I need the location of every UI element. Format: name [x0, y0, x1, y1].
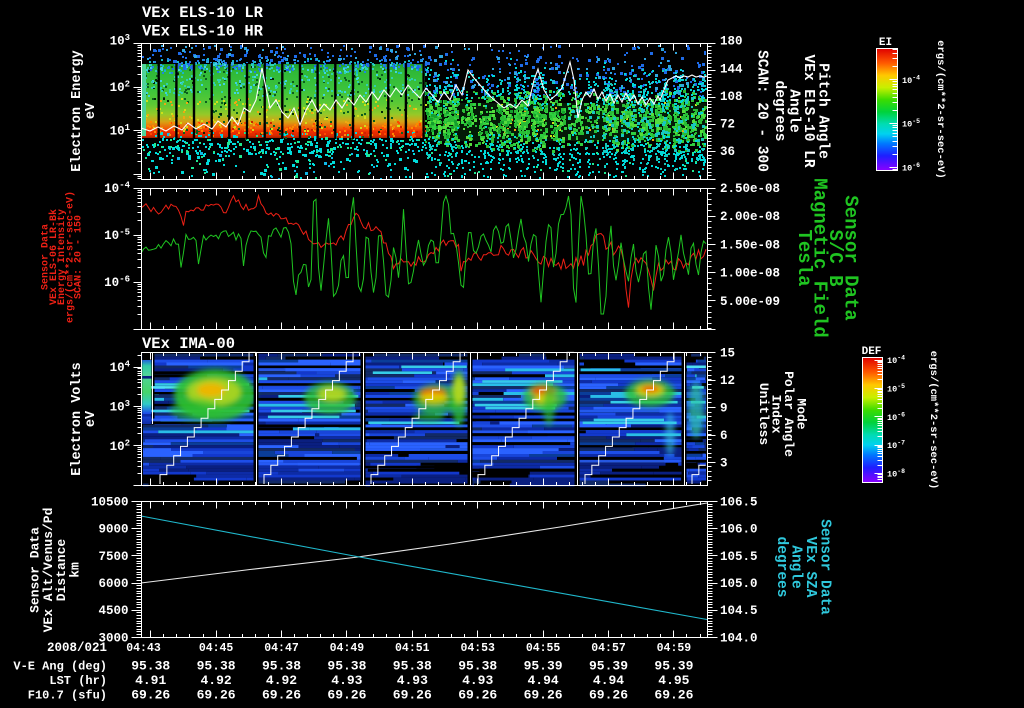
svg-text:VEx ELS-10 LR: VEx ELS-10 LR — [142, 4, 264, 22]
svg-text:04:45: 04:45 — [199, 642, 234, 655]
svg-text:9: 9 — [720, 402, 728, 416]
svg-text:108: 108 — [720, 90, 743, 104]
svg-text:36: 36 — [720, 145, 735, 159]
svg-text:1.00e-08: 1.00e-08 — [720, 267, 780, 281]
svg-text:04:43: 04:43 — [126, 642, 161, 655]
svg-text:105.5: 105.5 — [720, 550, 758, 564]
svg-text:SCAN: 20 - 300: SCAN: 20 - 300 — [754, 50, 770, 172]
svg-text:104.5: 104.5 — [720, 604, 758, 618]
svg-text:6: 6 — [720, 429, 728, 443]
svg-text:04:53: 04:53 — [460, 642, 495, 655]
svg-text:4.92: 4.92 — [200, 673, 231, 688]
svg-text:95.39: 95.39 — [589, 659, 628, 674]
svg-text:69.26: 69.26 — [327, 688, 366, 703]
svg-text:4.93: 4.93 — [462, 673, 493, 688]
svg-text:106.0: 106.0 — [720, 523, 758, 537]
svg-text:V-E Ang (deg): V-E Ang (deg) — [13, 660, 107, 674]
svg-text:3: 3 — [720, 457, 728, 471]
svg-text:4.93: 4.93 — [331, 673, 362, 688]
svg-text:180: 180 — [720, 35, 743, 49]
svg-text:95.38: 95.38 — [197, 659, 236, 674]
svg-text:95.38: 95.38 — [262, 659, 301, 674]
svg-text:VEx ELS-10 HR: VEx ELS-10 HR — [142, 23, 264, 41]
svg-text:LST (hr): LST (hr) — [49, 674, 107, 688]
svg-text:69.26: 69.26 — [654, 688, 693, 703]
svg-text:104.0: 104.0 — [720, 631, 758, 645]
svg-text:2.50e-08: 2.50e-08 — [720, 182, 780, 196]
svg-text:04:57: 04:57 — [591, 642, 626, 655]
svg-text:95.39: 95.39 — [524, 659, 563, 674]
svg-text:VEx IMA-00: VEx IMA-00 — [142, 335, 235, 353]
svg-text:95.38: 95.38 — [131, 659, 170, 674]
svg-text:1.50e-08: 1.50e-08 — [720, 238, 780, 252]
svg-text:69.26: 69.26 — [589, 688, 628, 703]
svg-text:4.95: 4.95 — [658, 673, 689, 688]
svg-text:69.26: 69.26 — [393, 688, 432, 703]
svg-text:F10.7 (sfu): F10.7 (sfu) — [28, 689, 107, 703]
svg-text:95.38: 95.38 — [327, 659, 366, 674]
svg-text:69.26: 69.26 — [524, 688, 563, 703]
svg-text:6000: 6000 — [98, 577, 128, 591]
svg-text:04:59: 04:59 — [657, 642, 692, 655]
svg-text:69.26: 69.26 — [262, 688, 301, 703]
svg-text:04:51: 04:51 — [395, 642, 430, 655]
svg-text:2.00e-08: 2.00e-08 — [720, 210, 780, 224]
svg-text:5.00e-09: 5.00e-09 — [720, 295, 780, 309]
svg-text:72: 72 — [720, 118, 735, 132]
svg-text:4.93: 4.93 — [397, 673, 428, 688]
svg-text:12: 12 — [720, 374, 735, 388]
svg-text:15: 15 — [720, 347, 735, 361]
svg-text:EI: EI — [879, 37, 892, 49]
svg-text:4.94: 4.94 — [527, 673, 558, 688]
svg-text:95.39: 95.39 — [654, 659, 693, 674]
svg-text:ergs/(cm**2-sr-sec-eV): ergs/(cm**2-sr-sec-eV) — [934, 40, 946, 179]
svg-text:4.91: 4.91 — [135, 673, 166, 688]
svg-text:95.38: 95.38 — [458, 659, 497, 674]
svg-text:04:49: 04:49 — [330, 642, 365, 655]
svg-text:ergs/(cm**2-sr-sec-eV): ergs/(cm**2-sr-sec-eV) — [927, 351, 939, 490]
svg-text:7500: 7500 — [98, 550, 128, 564]
svg-text:DEF: DEF — [862, 346, 882, 358]
svg-text:4.94: 4.94 — [593, 673, 624, 688]
svg-text:04:47: 04:47 — [264, 642, 299, 655]
svg-text:69.26: 69.26 — [197, 688, 236, 703]
svg-text:105.0: 105.0 — [720, 577, 758, 591]
svg-text:9000: 9000 — [98, 523, 128, 537]
svg-text:106.5: 106.5 — [720, 495, 758, 509]
svg-text:4500: 4500 — [98, 604, 128, 618]
svg-text:2008/021: 2008/021 — [47, 641, 107, 655]
svg-text:95.38: 95.38 — [393, 659, 432, 674]
svg-text:10500: 10500 — [91, 495, 129, 509]
svg-text:69.26: 69.26 — [458, 688, 497, 703]
svg-text:69.26: 69.26 — [131, 688, 170, 703]
svg-text:144: 144 — [720, 62, 743, 76]
svg-text:4.92: 4.92 — [266, 673, 297, 688]
svg-text:04:55: 04:55 — [526, 642, 561, 655]
